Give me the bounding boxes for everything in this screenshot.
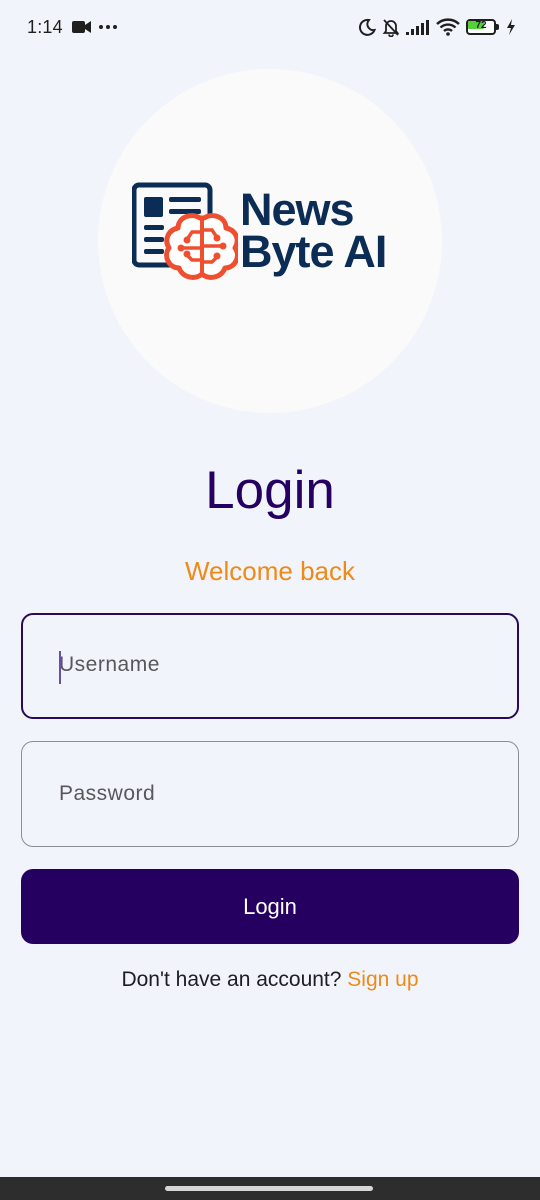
page-title: Login: [205, 461, 335, 520]
logo-line-1: News: [240, 184, 355, 235]
wifi-icon: [436, 18, 460, 36]
newspaper-brain-icon: [132, 182, 238, 280]
username-field[interactable]: Username: [21, 613, 519, 719]
moon-icon: [358, 18, 376, 36]
app-logo: News Byte AI: [98, 69, 442, 413]
logo-line-2: Byte AI: [240, 226, 387, 277]
bell-off-icon: [382, 18, 400, 37]
signup-prompt: Don't have an account?: [121, 968, 348, 991]
username-placeholder: Username: [59, 653, 160, 676]
login-button[interactable]: Login: [21, 869, 519, 944]
battery-icon: 72: [466, 19, 500, 35]
logo-wordmark: News Byte AI: [240, 184, 387, 277]
status-left-icons: [72, 18, 118, 36]
password-placeholder: Password: [59, 782, 156, 805]
status-time: 1:14: [27, 17, 63, 37]
more-dots-icon: [99, 25, 117, 29]
home-gesture-handle[interactable]: [165, 1186, 373, 1191]
signup-row: Don't have an account? Sign up: [0, 968, 540, 992]
signup-link[interactable]: Sign up: [347, 968, 418, 991]
status-bar: 1:14 72: [0, 0, 540, 56]
text-cursor: [59, 651, 61, 684]
welcome-subtitle: Welcome back: [184, 556, 356, 586]
status-right-icons: 72: [358, 17, 516, 37]
brain-icon: [164, 213, 238, 280]
system-nav-bar: [0, 1177, 540, 1200]
signal-icon: [406, 20, 429, 35]
battery-level: 72: [475, 20, 487, 31]
charging-bolt-icon: [507, 19, 515, 35]
password-field[interactable]: Password: [21, 741, 519, 847]
video-camera-icon: [72, 21, 91, 33]
